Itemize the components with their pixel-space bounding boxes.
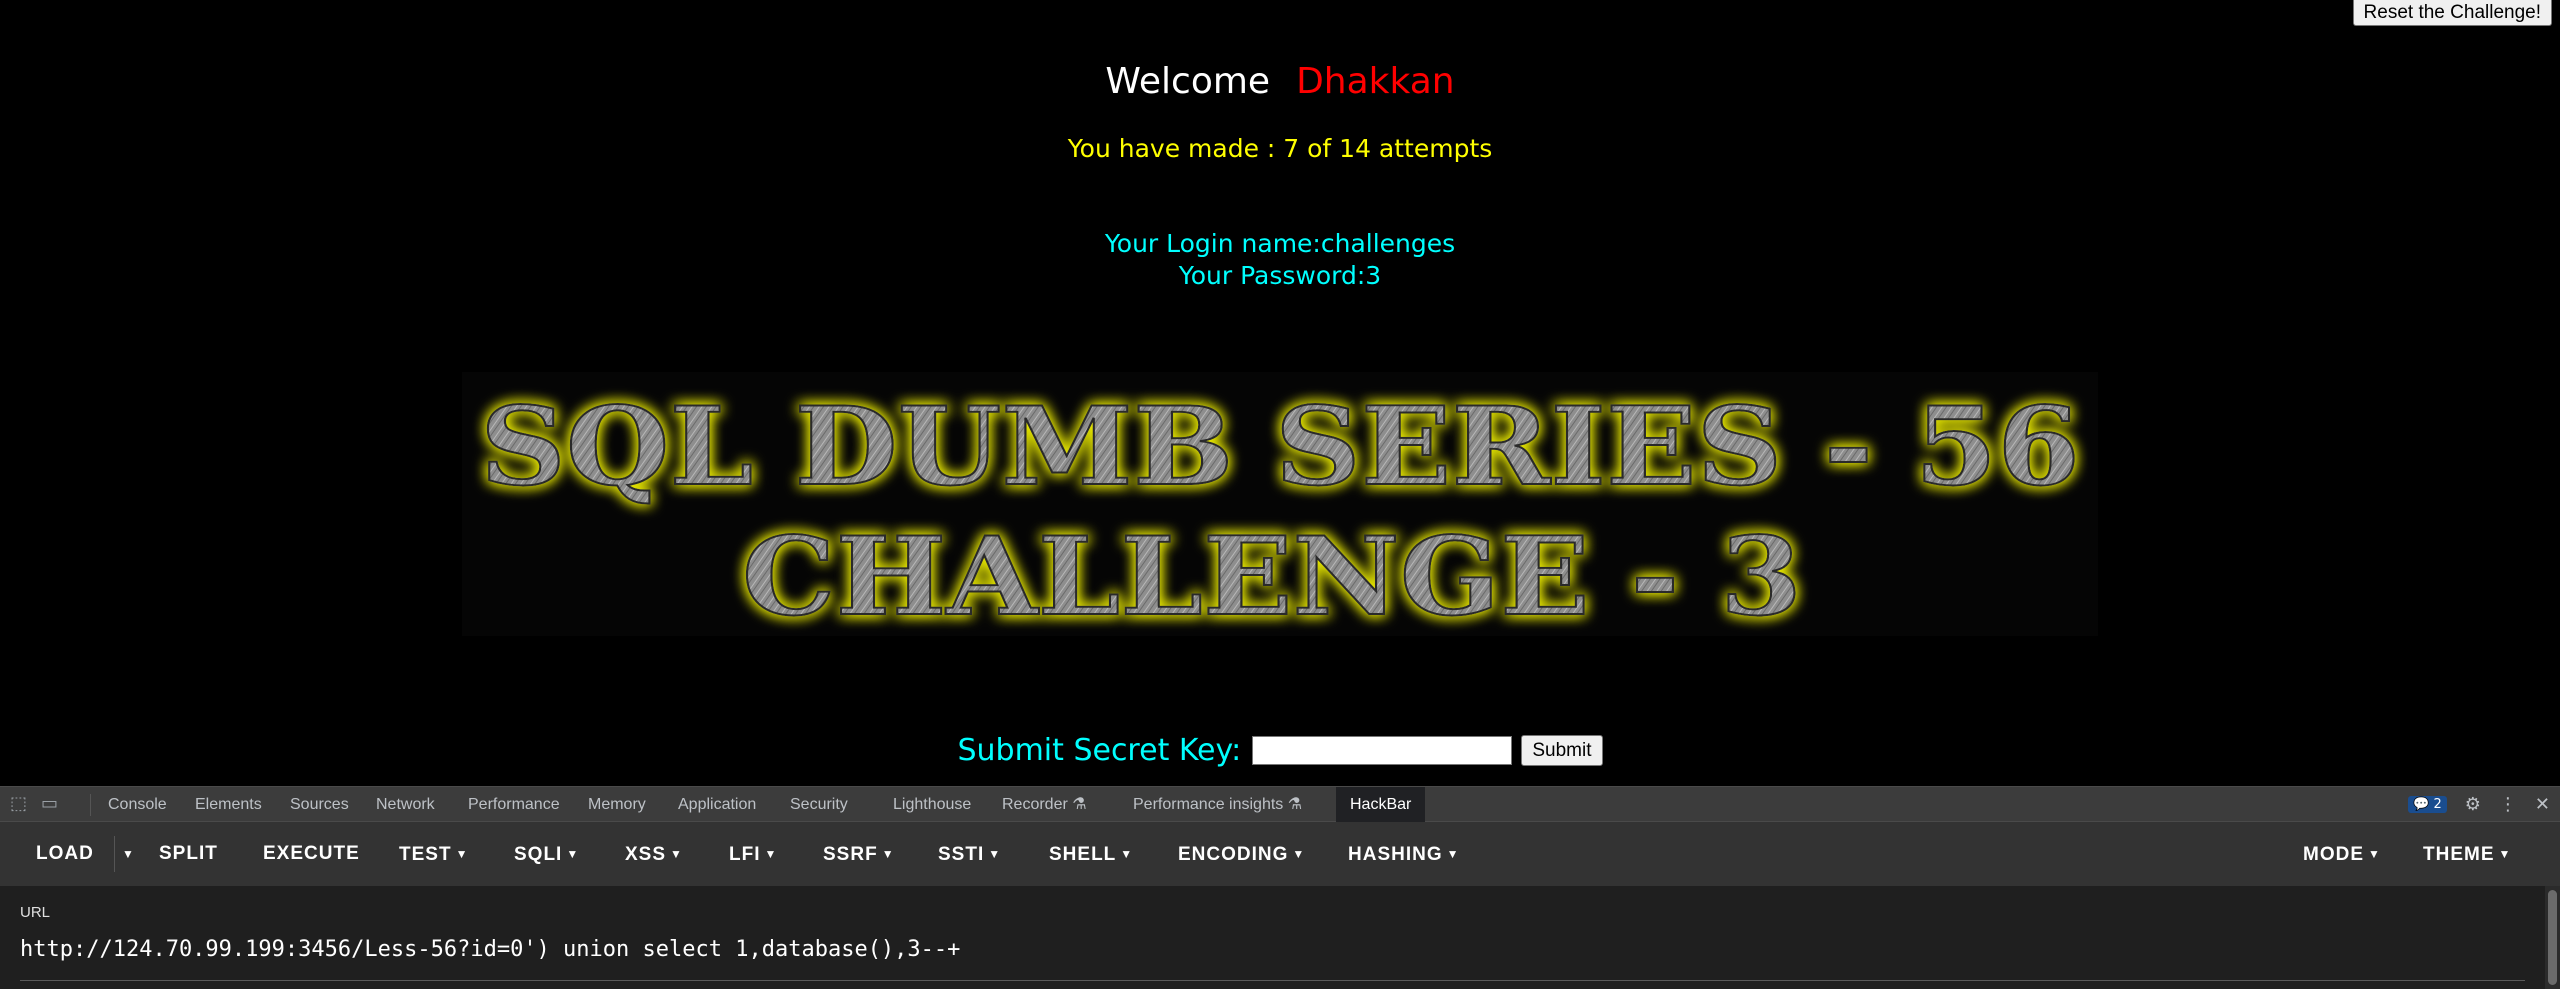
hashing-menu[interactable]: HASHING ▼: [1348, 822, 1460, 886]
load-dropdown-button[interactable]: ▼: [118, 822, 135, 886]
issues-badge[interactable]: 💬 2: [2408, 796, 2447, 813]
lfi-label: LFI: [729, 844, 761, 865]
tab-recorder[interactable]: Recorder ⚗: [1002, 787, 1087, 822]
chevron-down-icon: ▼: [2498, 847, 2512, 861]
chevron-down-icon: ▼: [670, 847, 683, 861]
flask-icon: ⚗: [1287, 796, 1303, 813]
theme-label: THEME: [2423, 844, 2495, 865]
attempts-counter: You have made : 7 of 14 attempts: [1067, 134, 1493, 163]
device-toggle-icon[interactable]: ▭: [41, 795, 58, 813]
tab-lighthouse[interactable]: Lighthouse: [893, 787, 971, 822]
flask-icon: ⚗: [1072, 796, 1087, 813]
welcome-text: Welcome: [1105, 61, 1271, 102]
chevron-down-icon: ▼: [566, 847, 580, 861]
more-icon[interactable]: ⋮: [2499, 794, 2517, 815]
welcome-line: Welcome Dhakkan: [0, 58, 2560, 106]
login-info: Your Login name:challenges Your Password…: [0, 228, 2560, 292]
sqli-label: SQLI: [514, 844, 563, 865]
hackbar-toolbar: LOAD ▼ SPLIT EXECUTE TEST ▼ SQLI ▼ XSS ▼ LF…: [0, 822, 2560, 886]
challenge-banner: SQL DUMB SERIES - 56 CHALLENGE - 3: [462, 372, 2098, 636]
secret-key-input[interactable]: [1252, 736, 1513, 765]
inspect-icon[interactable]: ⬚: [10, 795, 27, 813]
tab-performance-insights-label: Performance insights: [1133, 796, 1284, 813]
xss-menu[interactable]: XSS ▼: [625, 822, 683, 886]
theme-menu[interactable]: THEME ▼: [2423, 822, 2511, 886]
encoding-menu[interactable]: ENCODING ▼: [1178, 822, 1305, 886]
ssti-label: SSTI: [938, 844, 985, 865]
tabbar-divider: [90, 794, 91, 816]
gear-icon[interactable]: ⚙: [2465, 794, 2481, 815]
url-input[interactable]: [20, 934, 2525, 964]
split-button[interactable]: SPLIT: [159, 822, 218, 886]
encoding-label: ENCODING: [1178, 844, 1289, 865]
url-underline: [20, 980, 2525, 981]
mode-label: MODE: [2303, 844, 2364, 865]
banner-line-2: CHALLENGE - 3: [742, 514, 1802, 636]
shell-menu[interactable]: SHELL ▼: [1049, 822, 1133, 886]
hashing-label: HASHING: [1348, 844, 1443, 865]
tab-sources[interactable]: Sources: [290, 787, 349, 822]
ssti-menu[interactable]: SSTI ▼: [938, 822, 1001, 886]
xss-label: XSS: [625, 844, 667, 865]
hackbar-scrollbar[interactable]: [2545, 886, 2560, 989]
tab-memory[interactable]: Memory: [588, 787, 646, 822]
test-menu[interactable]: TEST ▼: [399, 822, 468, 886]
tab-network[interactable]: Network: [376, 787, 435, 822]
mode-menu[interactable]: MODE ▼: [2303, 822, 2381, 886]
chevron-down-icon: ▼: [881, 847, 895, 861]
tab-elements[interactable]: Elements: [195, 787, 262, 822]
secret-key-form: Submit Secret Key: Submit: [0, 733, 2560, 768]
chevron-down-icon: ▼: [1446, 847, 1460, 861]
reset-challenge-button[interactable]: Reset the Challenge!: [2352, 0, 2552, 26]
url-label: URL: [20, 904, 51, 921]
lfi-menu[interactable]: LFI ▼: [729, 822, 777, 886]
ssrf-menu[interactable]: SSRF ▼: [823, 822, 895, 886]
scrollbar-thumb[interactable]: [2548, 890, 2557, 985]
submit-button[interactable]: Submit: [1521, 735, 1603, 766]
ssrf-label: SSRF: [823, 844, 878, 865]
sqli-menu[interactable]: SQLI ▼: [514, 822, 579, 886]
chevron-down-icon: ▼: [1292, 847, 1306, 861]
login-name-text: Your Login name:challenges: [1104, 229, 1456, 258]
devtools-panel: ⬚ ▭ Console Elements Sources Network Per…: [0, 786, 2560, 989]
banner-line-1: SQL DUMB SERIES - 56: [480, 384, 2080, 510]
challenge-page: Reset the Challenge! Welcome Dhakkan You …: [0, 0, 2560, 786]
secret-key-label: Submit Secret Key:: [957, 733, 1242, 768]
url-section: URL: [0, 886, 2545, 989]
tab-security[interactable]: Security: [790, 787, 848, 822]
chevron-down-icon: ▼: [455, 847, 469, 861]
tab-performance[interactable]: Performance: [468, 787, 560, 822]
tab-application[interactable]: Application: [678, 787, 756, 822]
shell-label: SHELL: [1049, 844, 1117, 865]
password-text: Your Password:3: [1178, 261, 1382, 290]
execute-button[interactable]: EXECUTE: [263, 822, 360, 886]
chevron-down-icon: ▼: [122, 847, 135, 861]
close-icon[interactable]: ✕: [2535, 794, 2550, 815]
chevron-down-icon: ▼: [2368, 847, 2381, 861]
tab-hackbar[interactable]: HackBar: [1336, 787, 1426, 822]
issues-count: 2: [2433, 797, 2442, 812]
load-divider: [114, 836, 115, 872]
chevron-down-icon: ▼: [764, 847, 778, 861]
chevron-down-icon: ▼: [988, 847, 1002, 861]
devtools-tabbar: ⬚ ▭ Console Elements Sources Network Per…: [0, 786, 2560, 822]
load-button[interactable]: LOAD: [36, 822, 94, 886]
tab-console[interactable]: Console: [108, 787, 167, 822]
tab-recorder-label: Recorder: [1002, 796, 1068, 813]
tab-performance-insights[interactable]: Performance insights ⚗: [1133, 787, 1302, 822]
chevron-down-icon: ▼: [1120, 847, 1134, 861]
test-label: TEST: [399, 844, 452, 865]
username-text: Dhakkan: [1296, 61, 1455, 102]
